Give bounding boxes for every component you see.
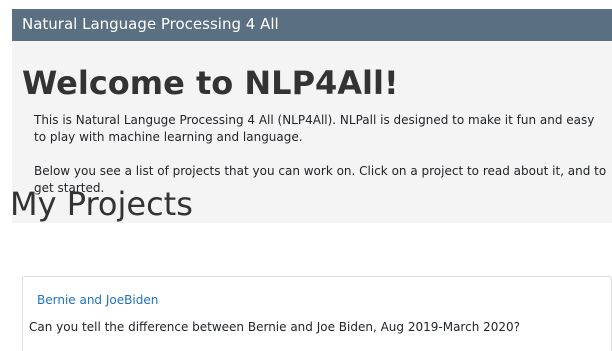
welcome-title: Welcome to NLP4All! — [22, 64, 399, 102]
top-navbar: Natural Language Processing 4 All — [12, 9, 612, 41]
page: Natural Language Processing 4 All Welcom… — [0, 0, 612, 351]
project-description: Can you tell the difference between Bern… — [29, 320, 521, 334]
welcome-intro-text: This is Natural Languge Processing 4 All… — [34, 113, 595, 144]
my-projects-heading: My Projects — [10, 185, 193, 223]
navbar-brand-link[interactable]: Natural Language Processing 4 All — [22, 15, 279, 33]
project-card: Bernie and JoeBiden Can you tell the dif… — [22, 276, 612, 351]
project-title-link[interactable]: Bernie and JoeBiden — [37, 293, 158, 308]
